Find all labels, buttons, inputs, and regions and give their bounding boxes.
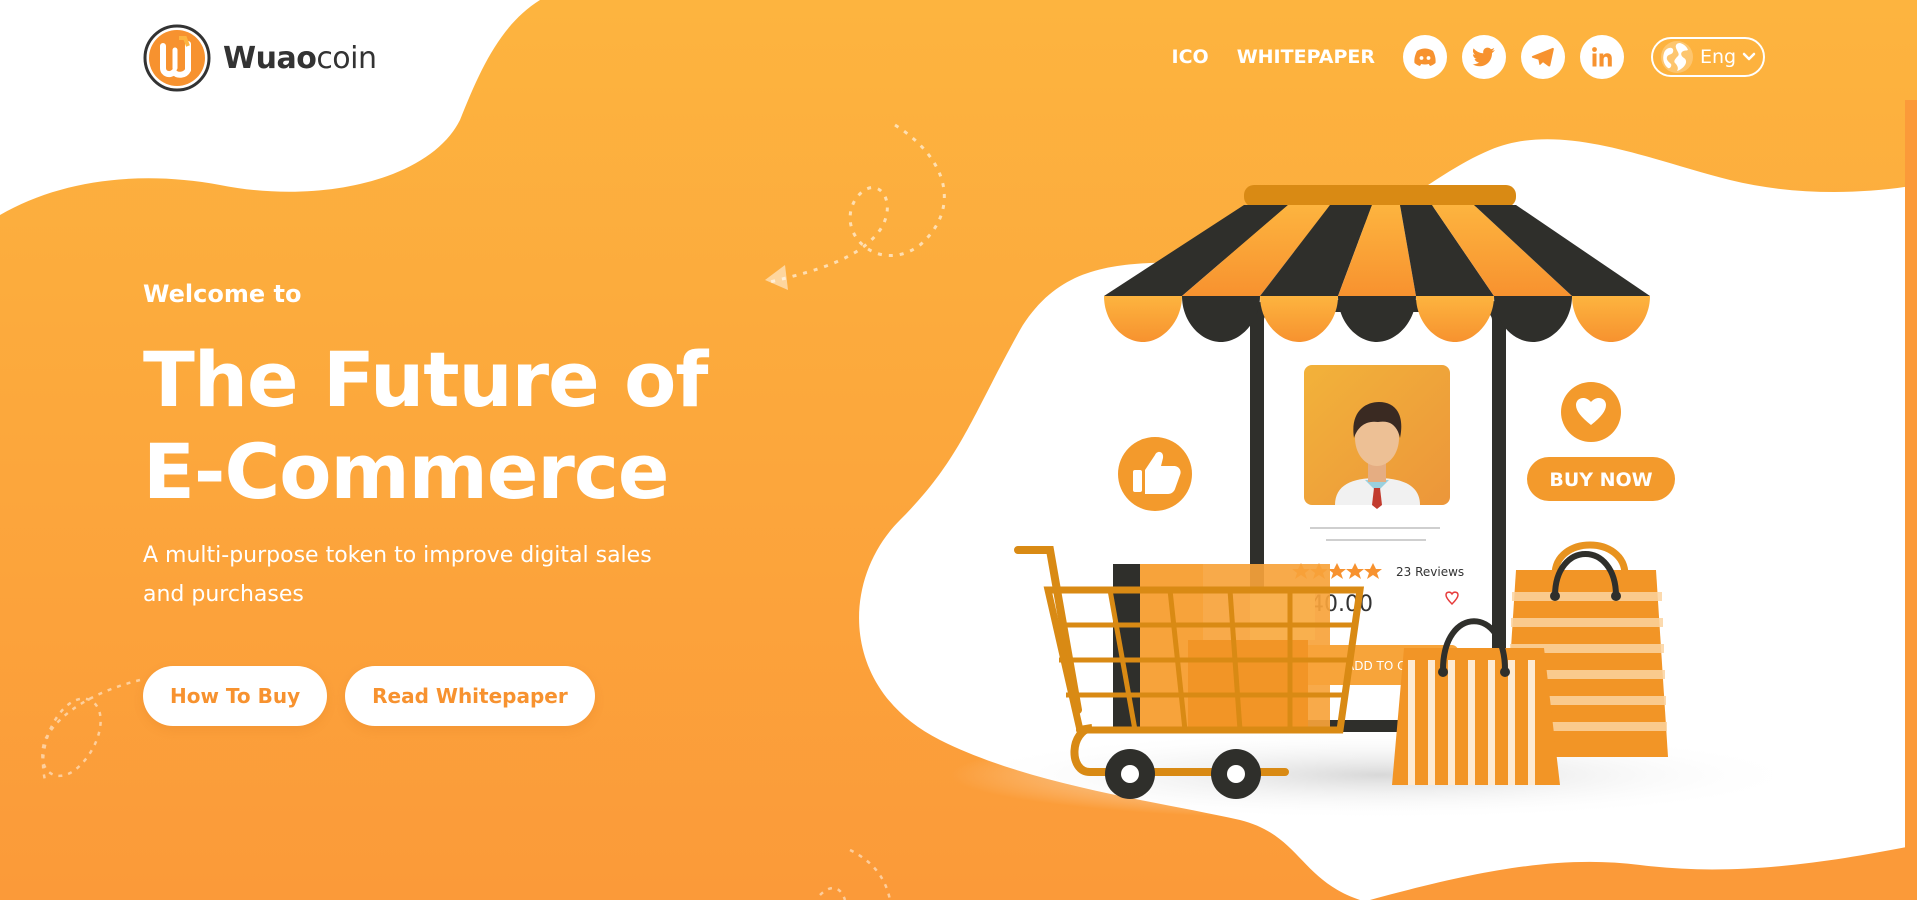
buy-now-label: BUY NOW bbox=[1549, 469, 1652, 491]
heart-icon bbox=[1561, 382, 1621, 442]
buy-now-badge: BUY NOW bbox=[1527, 457, 1675, 501]
reviews-count: 23 Reviews bbox=[1396, 565, 1464, 579]
shop-awning bbox=[1104, 185, 1650, 342]
thumbs-up-icon bbox=[1118, 437, 1192, 511]
ecommerce-illustration: 23 Reviews 40.00 ADD TO CART BUY NOW bbox=[950, 185, 1810, 820]
